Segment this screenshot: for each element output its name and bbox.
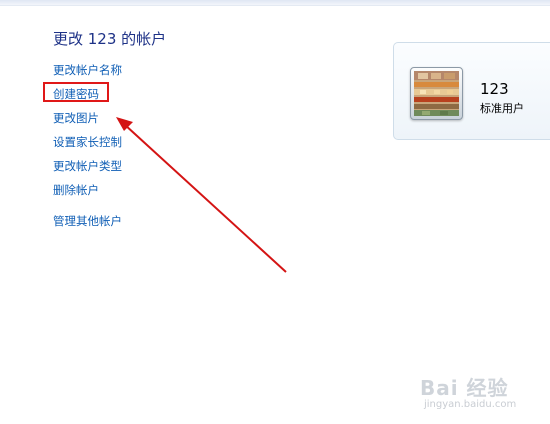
watermark-logo: Bai 经验	[420, 376, 509, 400]
baidu-watermark: Bai 经验 jingyan.baidu.com	[420, 372, 540, 416]
control-panel-page: 更改 123 的帐户 更改帐户名称 创建密码 更改图片 设置家长控制 更改帐户类…	[0, 0, 550, 424]
annotation-arrow	[116, 117, 287, 273]
arrow-shaft	[123, 123, 287, 273]
watermark-url: jingyan.baidu.com	[424, 399, 517, 410]
